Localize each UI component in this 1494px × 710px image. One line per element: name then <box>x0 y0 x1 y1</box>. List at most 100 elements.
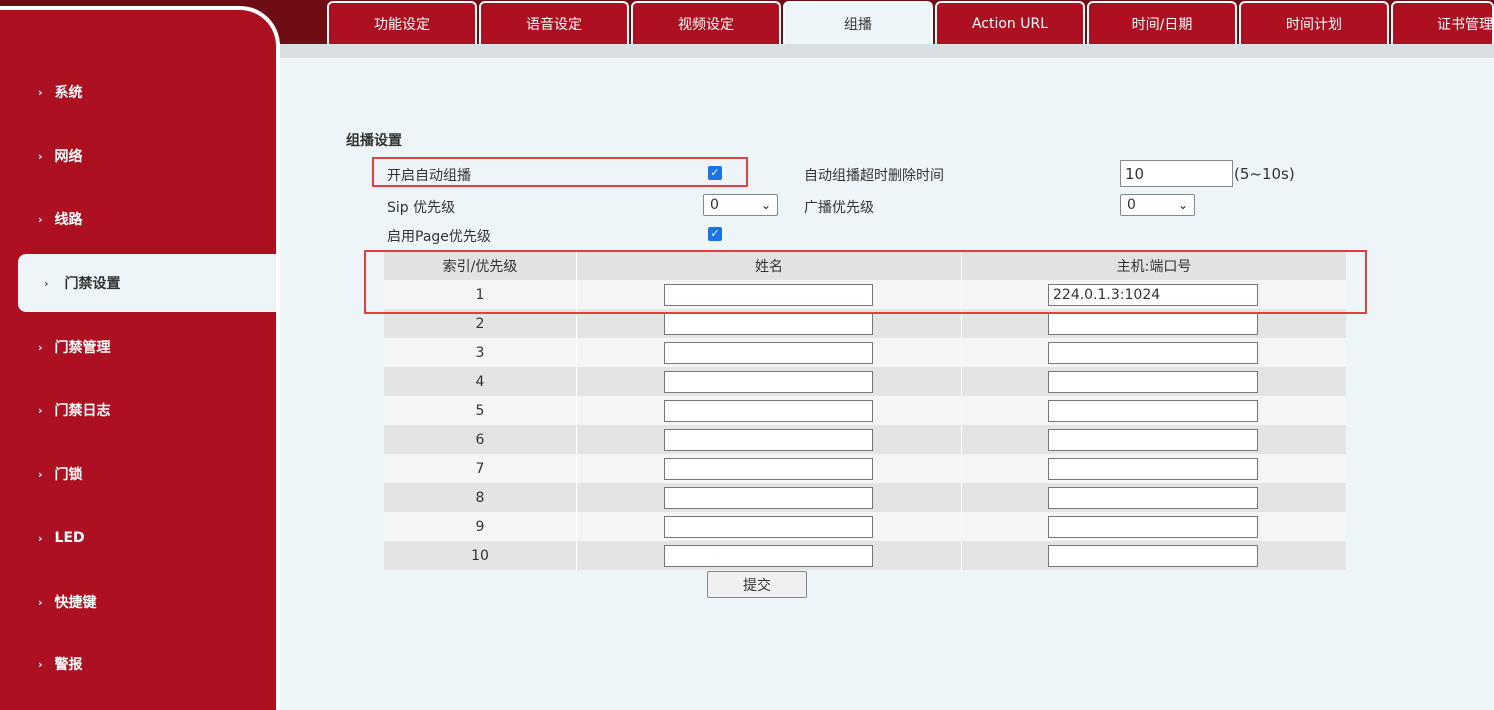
sidebar-item-alarm[interactable]: › 警报 <box>38 654 83 674</box>
host-port-input[interactable] <box>1048 458 1258 480</box>
chevron-right-icon: › <box>44 276 49 290</box>
table-row: 5 <box>384 396 1346 425</box>
chevron-right-icon: › <box>38 340 43 354</box>
submit-button[interactable]: 提交 <box>707 571 807 598</box>
tab-function-settings[interactable]: 功能设定 <box>327 1 477 44</box>
sidebar-item-shortcut[interactable]: › 快捷键 <box>38 592 97 612</box>
host-port-input[interactable] <box>1048 400 1258 422</box>
chevron-right-icon: › <box>38 467 43 481</box>
tab-multicast[interactable]: 组播 <box>783 1 933 44</box>
tab-time-date[interactable]: 时间/日期 <box>1087 1 1237 44</box>
chevron-right-icon: › <box>38 531 43 545</box>
check-icon: ✓ <box>710 166 720 179</box>
host-cell <box>961 541 1347 570</box>
sidebar-item-lines[interactable]: › 线路 <box>38 209 83 229</box>
chevron-right-icon: › <box>38 212 43 226</box>
tab-label: 证书管理 <box>1437 16 1493 33</box>
chevron-down-icon: ⌄ <box>760 198 771 212</box>
chevron-right-icon: › <box>38 595 43 609</box>
auto-multicast-label: 开启自动组播 <box>387 168 471 184</box>
chevron-right-icon: › <box>38 149 43 163</box>
name-input[interactable] <box>664 371 873 393</box>
timeout-input[interactable]: 10 <box>1120 160 1233 187</box>
name-input[interactable] <box>664 400 873 422</box>
tab-video-settings[interactable]: 视频设定 <box>631 1 781 44</box>
name-input[interactable] <box>664 487 873 509</box>
sidebar-item-door-lock[interactable]: › 门锁 <box>38 464 83 484</box>
host-port-input[interactable] <box>1048 371 1258 393</box>
sip-priority-label: Sip 优先级 <box>387 200 456 216</box>
name-input[interactable] <box>664 313 873 335</box>
tab-label: 组播 <box>844 16 872 33</box>
sidebar-item-label: LED <box>54 530 85 546</box>
name-cell <box>576 425 962 454</box>
host-port-input[interactable] <box>1048 429 1258 451</box>
name-input[interactable] <box>664 429 873 451</box>
sip-priority-select[interactable]: 0 ⌄ <box>703 194 778 216</box>
host-cell <box>961 454 1347 483</box>
row-index: 9 <box>475 518 485 535</box>
tab-certificate-management[interactable]: 证书管理 <box>1391 1 1494 44</box>
sidebar-item-label: 警报 <box>54 657 83 673</box>
row-index: 7 <box>475 460 485 477</box>
host-cell <box>961 338 1347 367</box>
name-input[interactable] <box>664 342 873 364</box>
sidebar-item-access-log[interactable]: › 门禁日志 <box>38 400 111 420</box>
host-port-input[interactable] <box>1048 342 1258 364</box>
sidebar-item-system[interactable]: › 系统 <box>38 82 83 102</box>
table-row: 4 <box>384 367 1346 396</box>
table-row: 7 <box>384 454 1346 483</box>
table-row: 9 <box>384 512 1346 541</box>
broadcast-priority-label: 广播优先级 <box>804 200 874 216</box>
tab-label: 语音设定 <box>526 16 582 33</box>
name-cell <box>576 338 962 367</box>
tab-label: Action URL <box>971 15 1049 32</box>
check-icon: ✓ <box>710 227 720 240</box>
sidebar-item-access-settings[interactable]: › 门禁设置 <box>18 254 276 312</box>
host-cell <box>961 367 1347 396</box>
select-value: 0 <box>1127 197 1136 213</box>
tab-label: 功能设定 <box>374 16 430 33</box>
table-row: 8 <box>384 483 1346 512</box>
name-cell <box>576 541 962 570</box>
chevron-right-icon: › <box>38 85 43 99</box>
host-port-input[interactable] <box>1048 516 1258 538</box>
sidebar-item-network[interactable]: › 网络 <box>38 146 83 166</box>
sidebar-item-access-management[interactable]: › 门禁管理 <box>38 337 111 357</box>
sidebar-item-label: 门禁日志 <box>54 403 111 419</box>
host-port-input[interactable] <box>1048 313 1258 335</box>
tab-label: 时间计划 <box>1286 16 1342 33</box>
auto-multicast-checkbox[interactable]: ✓ <box>708 166 722 180</box>
name-cell <box>576 454 962 483</box>
name-cell <box>576 483 962 512</box>
broadcast-priority-select[interactable]: 0 ⌄ <box>1120 194 1195 216</box>
sidebar-item-led[interactable]: › LED <box>38 528 85 548</box>
tab-action-url[interactable]: Action URL <box>935 1 1085 44</box>
sidebar-item-label: 网络 <box>54 149 83 165</box>
tab-underline-strip <box>280 44 1494 58</box>
tab-time-schedule[interactable]: 时间计划 <box>1239 1 1389 44</box>
sidebar-item-label: 系统 <box>54 85 83 101</box>
tab-label: 时间/日期 <box>1131 16 1193 33</box>
host-cell <box>961 425 1347 454</box>
timeout-range-hint: (5~10s) <box>1234 165 1295 183</box>
tab-voice-settings[interactable]: 语音设定 <box>479 1 629 44</box>
page-priority-checkbox[interactable]: ✓ <box>708 227 722 241</box>
host-port-input[interactable] <box>1048 487 1258 509</box>
row-index: 4 <box>475 373 485 390</box>
name-input[interactable] <box>664 458 873 480</box>
timeout-label: 自动组播超时删除时间 <box>804 168 944 184</box>
name-input[interactable] <box>664 516 873 538</box>
sidebar-item-label: 线路 <box>54 212 83 228</box>
sidebar-item-label: 快捷键 <box>54 595 97 611</box>
highlight-box-table-row <box>364 250 1367 314</box>
page-priority-label: 启用Page优先级 <box>387 229 491 245</box>
sidebar-item-label: 门禁管理 <box>54 340 111 356</box>
chevron-down-icon: ⌄ <box>1177 198 1188 212</box>
host-cell <box>961 512 1347 541</box>
name-cell <box>576 367 962 396</box>
name-input[interactable] <box>664 545 873 567</box>
host-port-input[interactable] <box>1048 545 1258 567</box>
row-index: 3 <box>475 344 485 361</box>
section-title: 组播设置 <box>346 133 402 149</box>
